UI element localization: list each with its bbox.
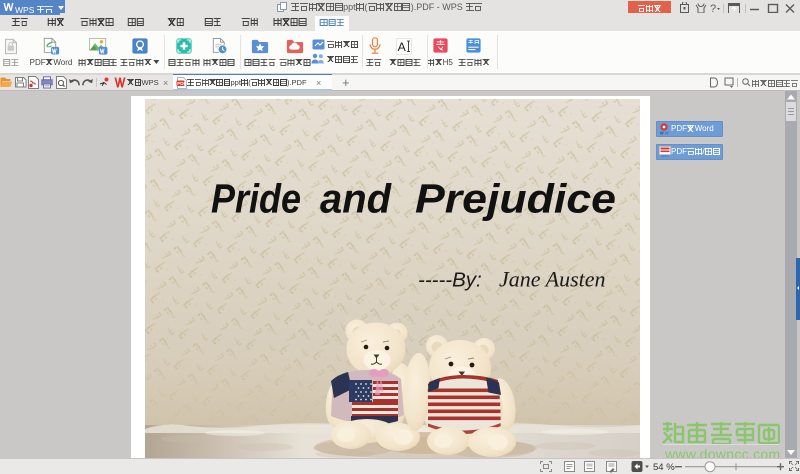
svg-text:Jane Austen: Jane Austen bbox=[499, 267, 606, 292]
svg-text:54 %: 54 % bbox=[653, 462, 675, 473]
svg-text:-----By:: -----By: bbox=[418, 269, 482, 292]
svg-text:w: w bbox=[665, 131, 669, 136]
svg-text:PDF: PDF bbox=[177, 81, 186, 86]
svg-text:A: A bbox=[398, 40, 407, 54]
svg-text:Prejudice: Prejudice bbox=[415, 176, 616, 222]
svg-text:w: w bbox=[660, 131, 664, 136]
svg-text:Pride: Pride bbox=[211, 176, 301, 222]
svg-text:and: and bbox=[320, 176, 392, 222]
